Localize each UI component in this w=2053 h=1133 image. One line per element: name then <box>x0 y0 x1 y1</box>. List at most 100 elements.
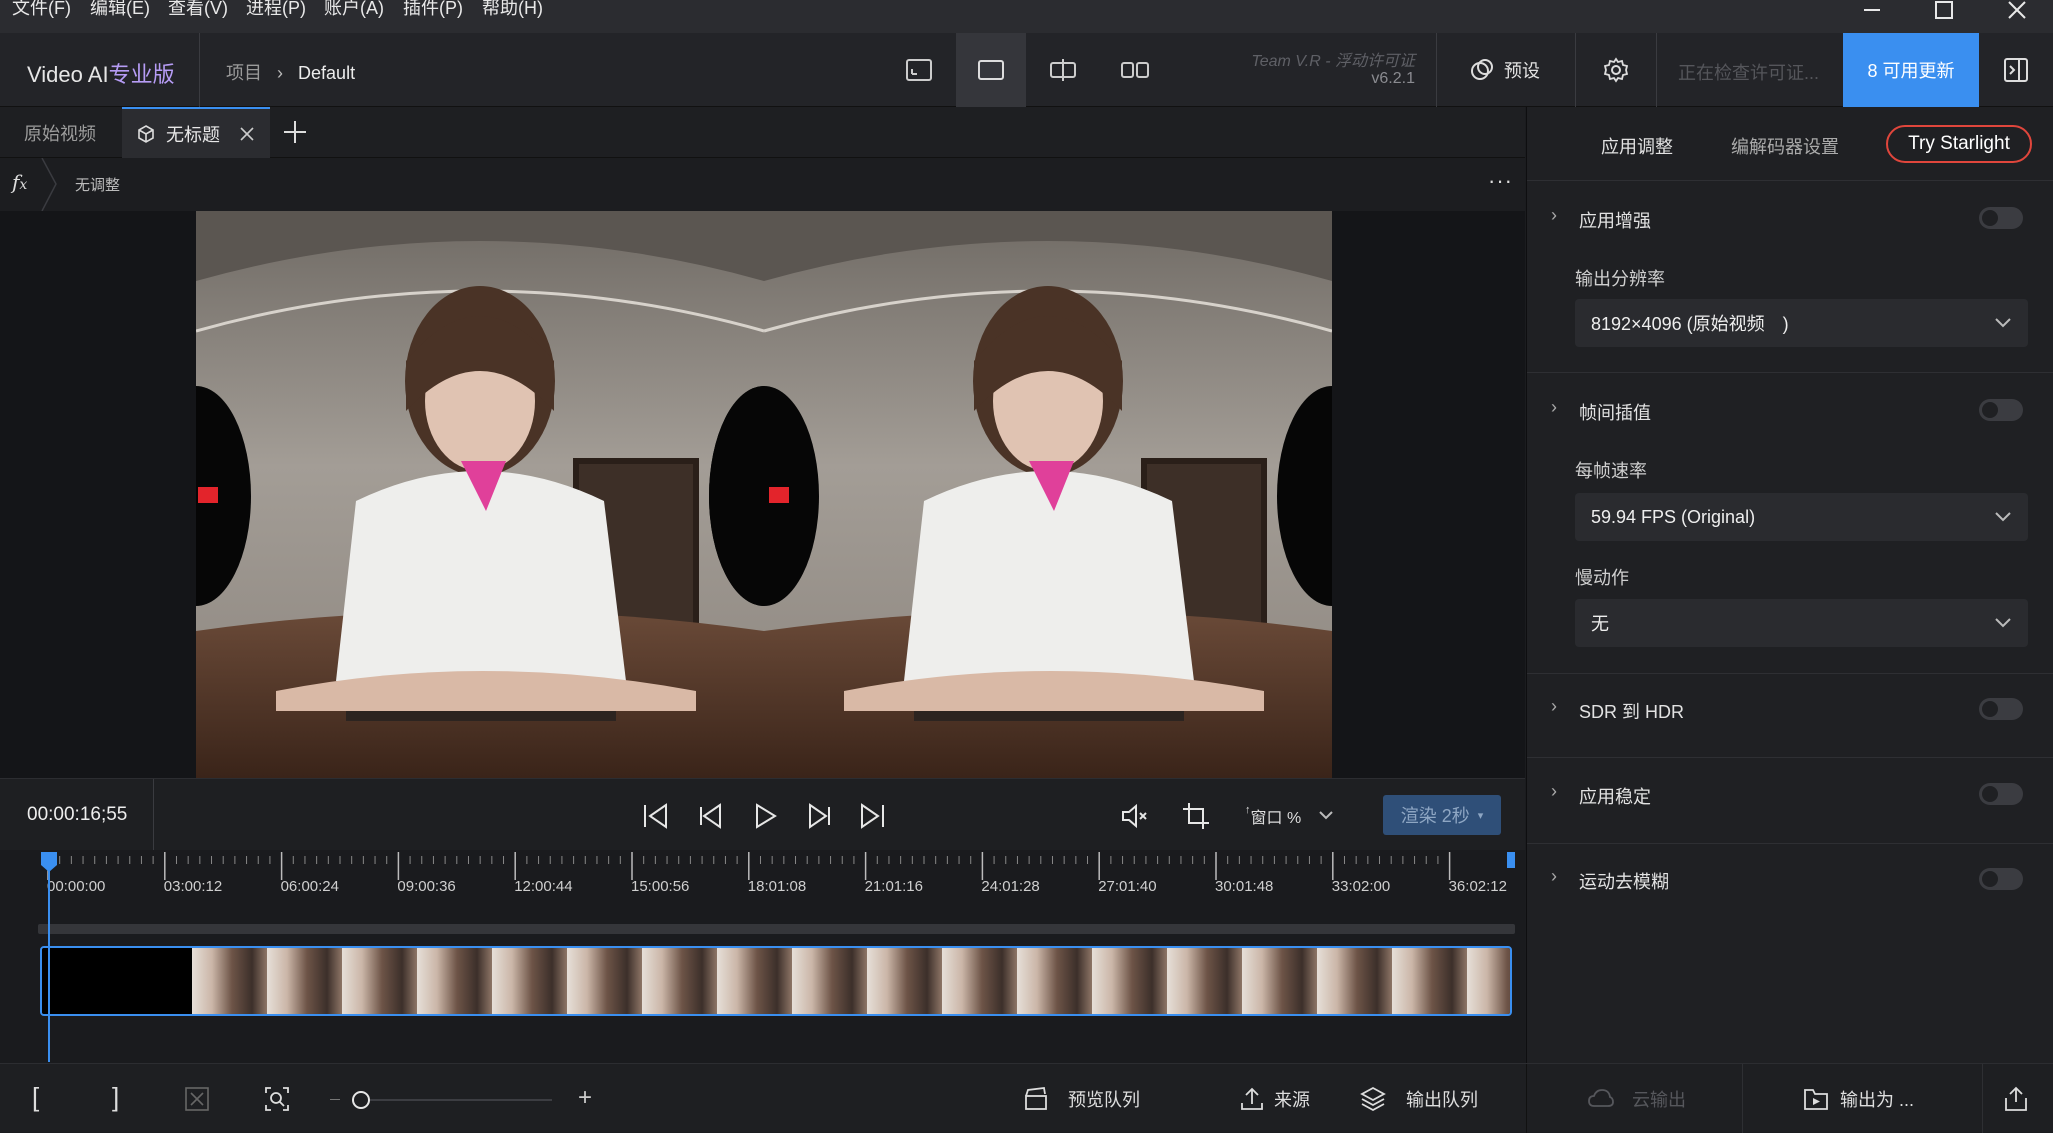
panel-toggle-button[interactable] <box>1979 33 2053 107</box>
fx-icon[interactable]: fx <box>12 170 27 194</box>
interpolation-section-title[interactable]: 帧间插值 <box>1579 399 1651 425</box>
export-queue-button[interactable]: 输出队列 <box>1360 1064 1478 1133</box>
adjustment-bar: fx 无调整 ··· <box>0 158 1525 211</box>
out-point-marker[interactable] <box>1507 852 1515 868</box>
timeline-ruler <box>47 852 1451 880</box>
add-tab-button[interactable] <box>278 115 312 149</box>
stabilization-section-title[interactable]: 应用稳定 <box>1579 783 1651 809</box>
close-icon[interactable] <box>1997 0 2037 20</box>
menu-view[interactable]: 查看(V) <box>168 0 228 17</box>
zoom-slider-track[interactable] <box>352 1099 552 1101</box>
timeline-tick-label: 27:01:40 <box>1098 878 1157 895</box>
maximize-icon[interactable] <box>1924 0 1964 20</box>
chevron-right-icon[interactable]: › <box>1551 781 1557 802</box>
try-starlight-button[interactable]: Try Starlight <box>1886 125 2032 163</box>
tab-apply-adjustments[interactable]: 应用调整 <box>1601 133 1673 159</box>
menu-plugins[interactable]: 插件(P) <box>403 0 463 17</box>
panel-toggle-icon <box>2004 58 2028 82</box>
minimize-icon[interactable] <box>1852 0 1892 20</box>
set-out-point-icon[interactable]: ] <box>112 1082 119 1113</box>
settings-button[interactable] <box>1576 33 1656 107</box>
settings-panel: 应用调整 编解码器设置 Try Starlight › 应用增强 输出分辨率 8… <box>1526 107 2053 1063</box>
updates-button[interactable]: 8 可用更新 <box>1843 33 1979 107</box>
chevron-right-icon[interactable]: › <box>1551 866 1557 887</box>
app-edition: 专业版 <box>108 62 175 87</box>
tab-untitled[interactable]: 无标题 <box>122 107 270 158</box>
resolution-value: 8192×4096 (原始视频 ) <box>1591 314 1789 334</box>
menu-edit[interactable]: 编辑(E) <box>90 0 150 17</box>
share-icon[interactable] <box>2004 1086 2028 1112</box>
fps-dropdown[interactable]: 59.94 FPS (Original) <box>1575 493 2028 541</box>
menu-process[interactable]: 进程(P) <box>246 0 306 17</box>
slowmo-dropdown[interactable]: 无 <box>1575 599 2028 647</box>
cloud-export-label: 云输出 <box>1632 1089 1686 1110</box>
render-button[interactable]: 渲染 2秒 ▾ <box>1383 795 1501 835</box>
timeline-tick-label: 36:02:12 <box>1448 878 1507 895</box>
plus-icon <box>284 121 306 143</box>
zoom-in-icon[interactable]: + <box>578 1084 592 1112</box>
cube-icon <box>138 124 154 143</box>
breadcrumb-project[interactable]: 项目 <box>226 63 262 83</box>
mute-icon[interactable] <box>1120 803 1148 829</box>
tab-original-video[interactable]: 原始视频 <box>0 107 120 158</box>
zoom-label: 窗口 % <box>1250 810 1302 827</box>
timeline[interactable]: 00:00:00 03:00:12 06:00:24 09:00:36 12:00:44… <box>0 850 1525 1063</box>
zoom-to-fit-icon[interactable] <box>264 1086 290 1112</box>
cloud-export-button[interactable]: 云输出 <box>1588 1064 1686 1133</box>
menu-account[interactable]: 账户(A) <box>324 0 384 17</box>
close-tab-icon[interactable] <box>240 126 254 141</box>
export-as-button[interactable]: 输出为 ... <box>1804 1064 1914 1133</box>
tab-codec-settings[interactable]: 编解码器设置 <box>1731 133 1839 159</box>
preview-queue-label: 预览队列 <box>1068 1089 1140 1110</box>
chevron-right-icon[interactable]: › <box>1551 205 1557 226</box>
skip-start-icon[interactable] <box>642 803 670 829</box>
tab-untitled-label: 无标题 <box>166 124 220 145</box>
skip-end-icon[interactable] <box>858 803 886 829</box>
stabilization-toggle[interactable] <box>1979 783 2023 805</box>
enhance-toggle[interactable] <box>1979 207 2023 229</box>
motion-deblur-toggle[interactable] <box>1979 868 2023 890</box>
bottom-bar: [ ] + 预览队列 来源 输出队列 云输出 输出为 ... <box>0 1063 2053 1133</box>
chevron-down-icon[interactable] <box>1318 809 1334 821</box>
video-preview[interactable] <box>0 211 1525 778</box>
fit-icon <box>906 59 932 81</box>
view-side-by-side-button[interactable] <box>1100 33 1170 107</box>
play-icon[interactable] <box>752 803 778 829</box>
zoom-slider-thumb[interactable] <box>352 1091 370 1109</box>
clip-track[interactable] <box>40 946 1512 1016</box>
view-fit-button[interactable] <box>884 33 954 107</box>
zoom-out-icon[interactable] <box>330 1099 340 1100</box>
enhance-section-title[interactable]: 应用增强 <box>1579 207 1651 233</box>
view-split-button[interactable] <box>1028 33 1098 107</box>
crop-icon[interactable] <box>1182 802 1210 830</box>
menu-file[interactable]: 文件(F) <box>12 0 71 17</box>
chevron-right-icon[interactable]: › <box>1551 397 1557 418</box>
motion-deblur-section-title[interactable]: 运动去模糊 <box>1579 868 1669 894</box>
timeline-tick-label: 06:00:24 <box>280 878 339 895</box>
more-icon[interactable]: ··· <box>1488 168 1513 194</box>
prev-frame-icon[interactable] <box>698 803 726 829</box>
interpolation-toggle[interactable] <box>1979 399 2023 421</box>
presets-button[interactable]: 预设 <box>1440 33 1570 107</box>
gear-icon <box>1603 57 1629 83</box>
sdr-hdr-toggle[interactable] <box>1979 698 2023 720</box>
side-by-side-icon <box>1121 62 1149 78</box>
set-in-point-icon[interactable]: [ <box>32 1082 39 1113</box>
version-label: v6.2.1 <box>1371 70 1415 87</box>
view-single-button[interactable] <box>956 33 1026 107</box>
playhead[interactable] <box>48 852 50 1062</box>
preview-queue-button[interactable]: 预览队列 <box>1024 1064 1140 1133</box>
sdr-hdr-section-title[interactable]: SDR 到 HDR <box>1579 698 1684 724</box>
source-button[interactable]: 来源 <box>1240 1064 1310 1133</box>
clear-range-icon[interactable] <box>184 1086 210 1112</box>
chevron-separator <box>41 158 57 211</box>
timeline-scrollbar[interactable] <box>38 924 1515 934</box>
chevron-right-icon[interactable]: › <box>1551 696 1557 717</box>
export-queue-label: 输出队列 <box>1406 1089 1478 1110</box>
next-frame-icon[interactable] <box>804 803 832 829</box>
export-as-label: 输出为 ... <box>1840 1089 1915 1110</box>
menu-help[interactable]: 帮助(H) <box>482 0 543 17</box>
zoom-select[interactable]: ↑窗口 % <box>1245 804 1301 828</box>
presets-label: 预设 <box>1504 61 1540 81</box>
resolution-dropdown[interactable]: 8192×4096 (原始视频 ) <box>1575 299 2028 347</box>
